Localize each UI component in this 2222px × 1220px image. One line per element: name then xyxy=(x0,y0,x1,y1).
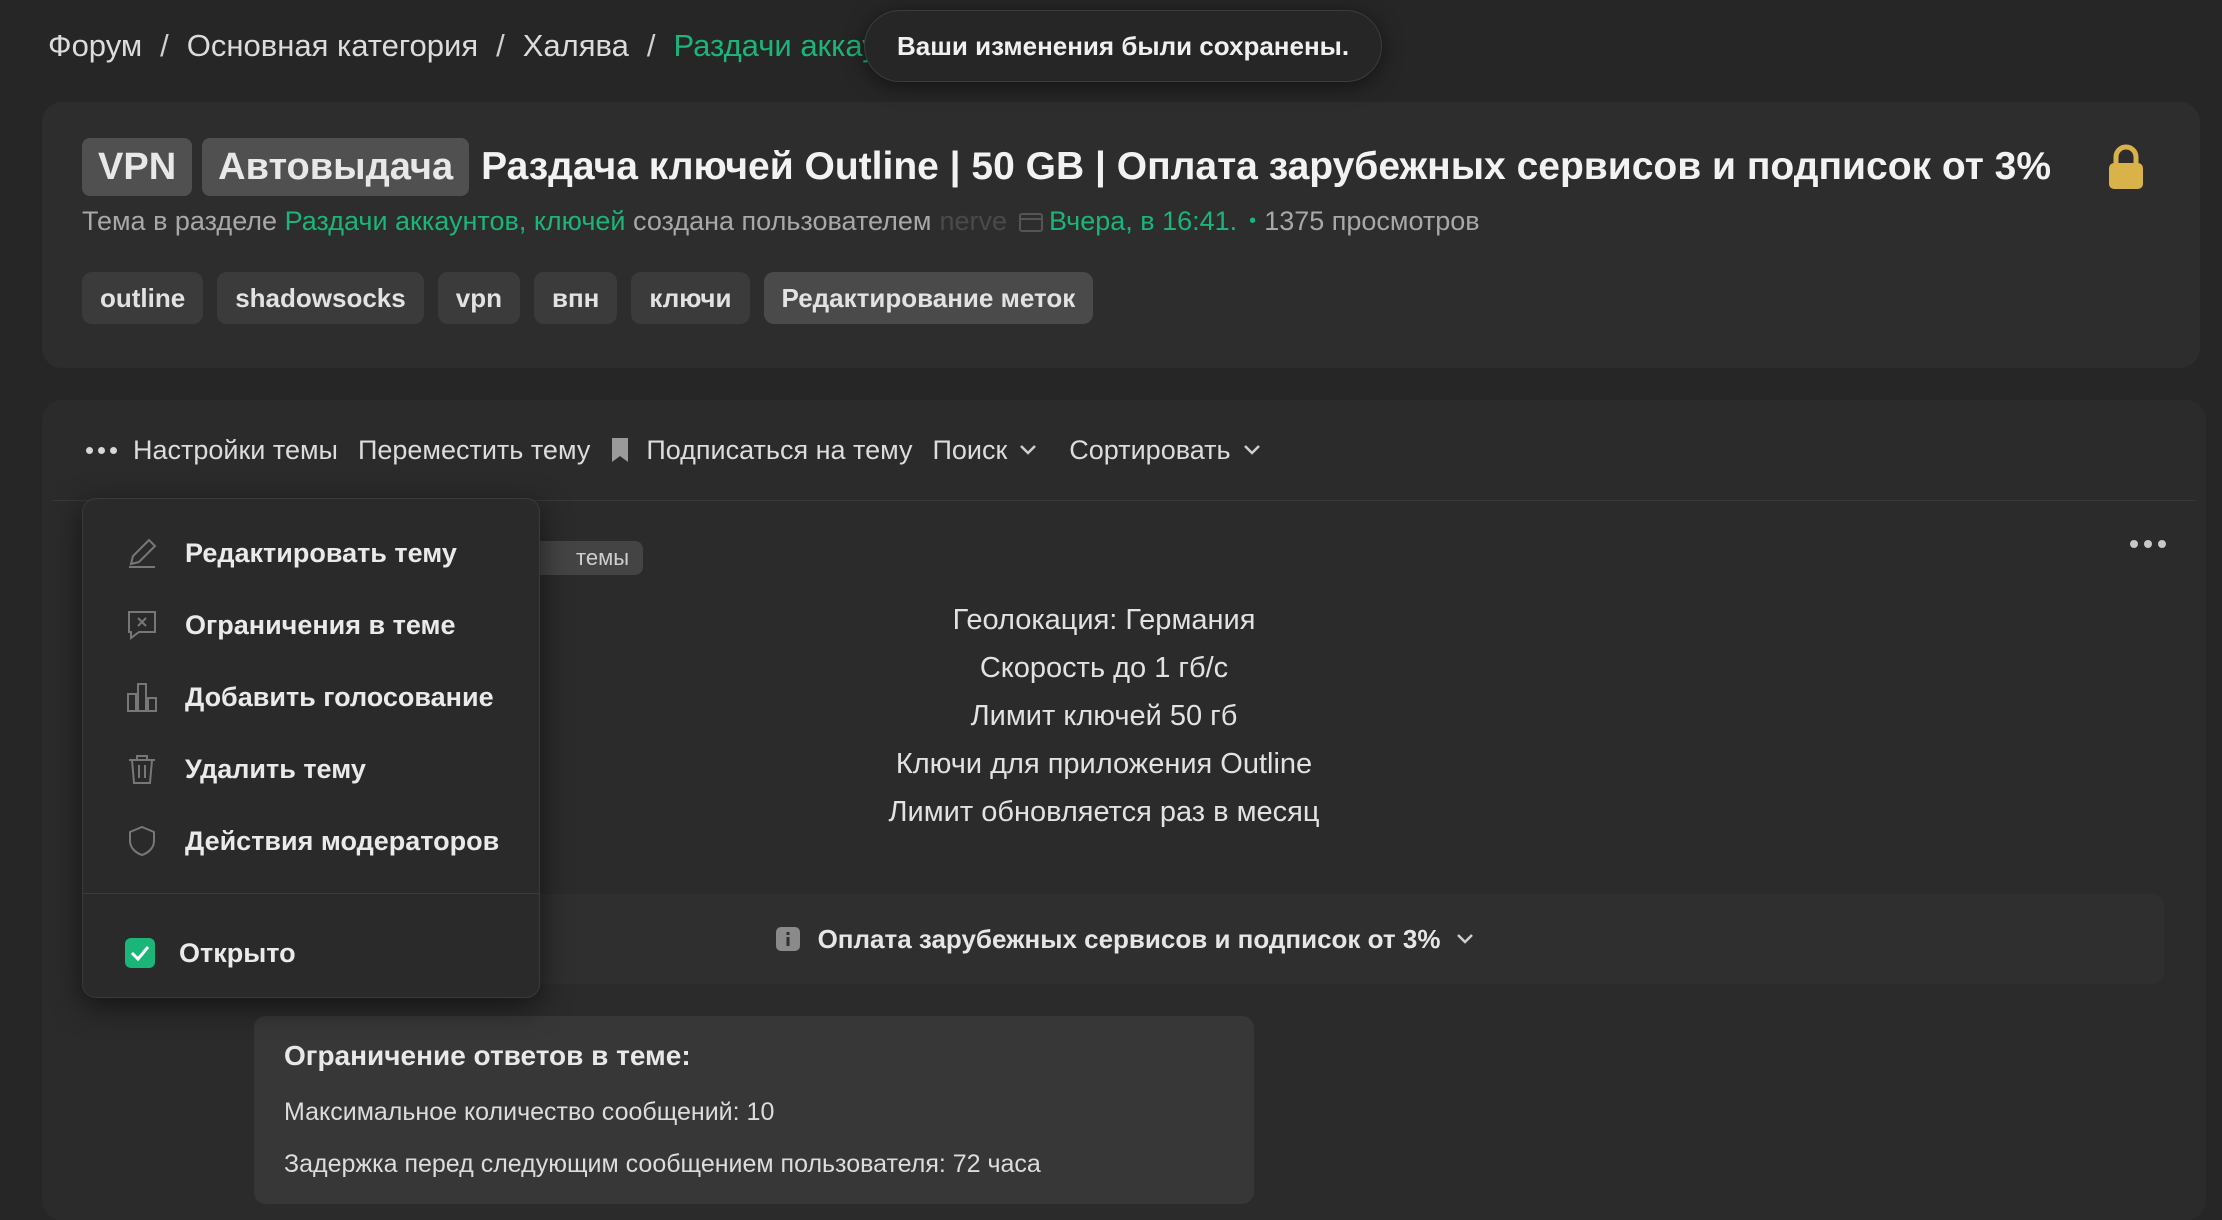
tag-vpn[interactable]: vpn xyxy=(437,272,520,324)
menu-item-edit-thread[interactable]: Редактировать тему xyxy=(125,523,457,583)
message-x-icon xyxy=(128,611,156,640)
thread-title: Раздача ключей Outline | 50 GB | Оплата … xyxy=(481,145,2052,188)
poll-chart-icon xyxy=(127,683,157,712)
tag-keys[interactable]: ключи xyxy=(631,272,750,324)
breadcrumb-separator: / xyxy=(496,28,505,63)
meta-author-link[interactable]: nerve xyxy=(939,206,1007,237)
thread-toolbar: Настройки темы Переместить тему Подписат… xyxy=(86,400,1281,500)
thread-settings-menu: Редактировать тему Ограничения в теме До… xyxy=(82,498,540,998)
info-icon xyxy=(775,927,800,951)
move-thread-button[interactable]: Переместить тему xyxy=(358,435,590,466)
calendar-icon xyxy=(1019,212,1044,232)
chevron-down-icon xyxy=(1457,934,1474,944)
thread-meta: Тема в разделе Раздачи аккаунтов, ключей… xyxy=(82,206,1480,237)
open-label: Открыто xyxy=(179,937,296,968)
breadcrumb-item-forum[interactable]: Форум xyxy=(48,28,142,63)
prefix-badge-vpn[interactable]: VPN xyxy=(82,138,193,196)
menu-item-label: Добавить голосование xyxy=(185,681,494,712)
menu-divider xyxy=(83,893,539,894)
bookmark-icon xyxy=(612,438,629,462)
chevron-down-icon xyxy=(1020,445,1037,455)
thread-header: VPN Автовыдача Раздача ключей Outline | … xyxy=(42,102,2200,368)
spoiler-label: Оплата зарубежных сервисов и подписок от… xyxy=(817,923,1441,954)
breadcrumb-separator: / xyxy=(646,28,656,63)
menu-item-add-poll[interactable]: Добавить голосование xyxy=(125,667,494,727)
tag-list: outline shadowsocks vpn впн ключи Редакт… xyxy=(82,272,1094,324)
thread-title-row: VPN Автовыдача Раздача ключей Outline | … xyxy=(82,138,2051,196)
menu-item-delete-thread[interactable]: Удалить тему xyxy=(125,739,366,799)
chevron-down-icon xyxy=(1243,445,1260,455)
menu-item-label: Удалить тему xyxy=(185,753,366,784)
thread-settings-label: Настройки темы xyxy=(133,434,338,465)
subscribe-thread-label: Подписаться на тему xyxy=(646,434,913,465)
tag-shadowsocks[interactable]: shadowsocks xyxy=(217,272,424,324)
lock-icon xyxy=(2109,144,2143,189)
menu-item-label: Редактировать тему xyxy=(185,537,457,568)
toast-message: Ваши изменения были сохранены. xyxy=(897,30,1350,61)
breadcrumb-item-main-category[interactable]: Основная категория xyxy=(187,28,478,63)
breadcrumb-separator: / xyxy=(160,28,169,63)
open-thread-toggle[interactable]: Открыто xyxy=(125,923,296,983)
thread-settings-button[interactable]: Настройки темы xyxy=(86,435,338,466)
subscribe-thread-button[interactable]: Подписаться на тему xyxy=(610,435,912,466)
search-dropdown-button[interactable]: Поиск xyxy=(932,435,1037,466)
sort-dropdown-button[interactable]: Сортировать xyxy=(1069,435,1260,466)
sort-label: Сортировать xyxy=(1069,434,1231,465)
pencil-icon xyxy=(129,538,157,568)
meta-prefix-text: Тема в разделе xyxy=(82,206,278,236)
menu-item-label: Действия модераторов xyxy=(185,825,500,856)
prefix-badge-autoissue[interactable]: Автовыдача xyxy=(202,138,470,196)
open-checkbox[interactable] xyxy=(125,938,155,968)
meta-section-link[interactable]: Раздачи аккаунтов, ключей xyxy=(285,206,626,237)
more-dots-icon xyxy=(86,446,117,454)
tag-vpn-ru[interactable]: впн xyxy=(533,272,618,324)
meta-dot: • xyxy=(1249,210,1257,232)
check-icon xyxy=(130,946,150,961)
restriction-title: Ограничение ответов в теме: xyxy=(284,1040,691,1071)
toast-notification: Ваши изменения были сохранены. xyxy=(864,10,1383,82)
reply-restriction-box: Ограничение ответов в теме: Максимальное… xyxy=(254,1016,1254,1204)
menu-item-thread-restrictions[interactable]: Ограничения в теме xyxy=(125,595,456,655)
meta-date-link[interactable]: Вчера, в 16:41. xyxy=(1049,206,1237,237)
post-options-button[interactable] xyxy=(2130,540,2166,548)
move-thread-label: Переместить тему xyxy=(357,434,591,465)
search-label: Поиск xyxy=(932,434,1008,465)
meta-created-by: создана пользователем xyxy=(633,206,932,236)
menu-item-moderator-actions[interactable]: Действия модераторов xyxy=(125,811,499,871)
edit-tags-button[interactable]: Редактирование меток xyxy=(763,272,1094,324)
trash-icon xyxy=(129,755,155,784)
shield-icon xyxy=(129,825,155,857)
tag-outline[interactable]: outline xyxy=(82,272,204,324)
breadcrumb-item-freebies[interactable]: Халява xyxy=(523,28,629,63)
meta-views: 1375 просмотров xyxy=(1264,206,1480,236)
restriction-delay: Задержка перед следующим сообщением поль… xyxy=(284,1150,1041,1178)
restriction-max-messages: Максимальное количество сообщений: 10 xyxy=(284,1098,775,1126)
menu-item-label: Ограничения в теме xyxy=(185,609,456,640)
